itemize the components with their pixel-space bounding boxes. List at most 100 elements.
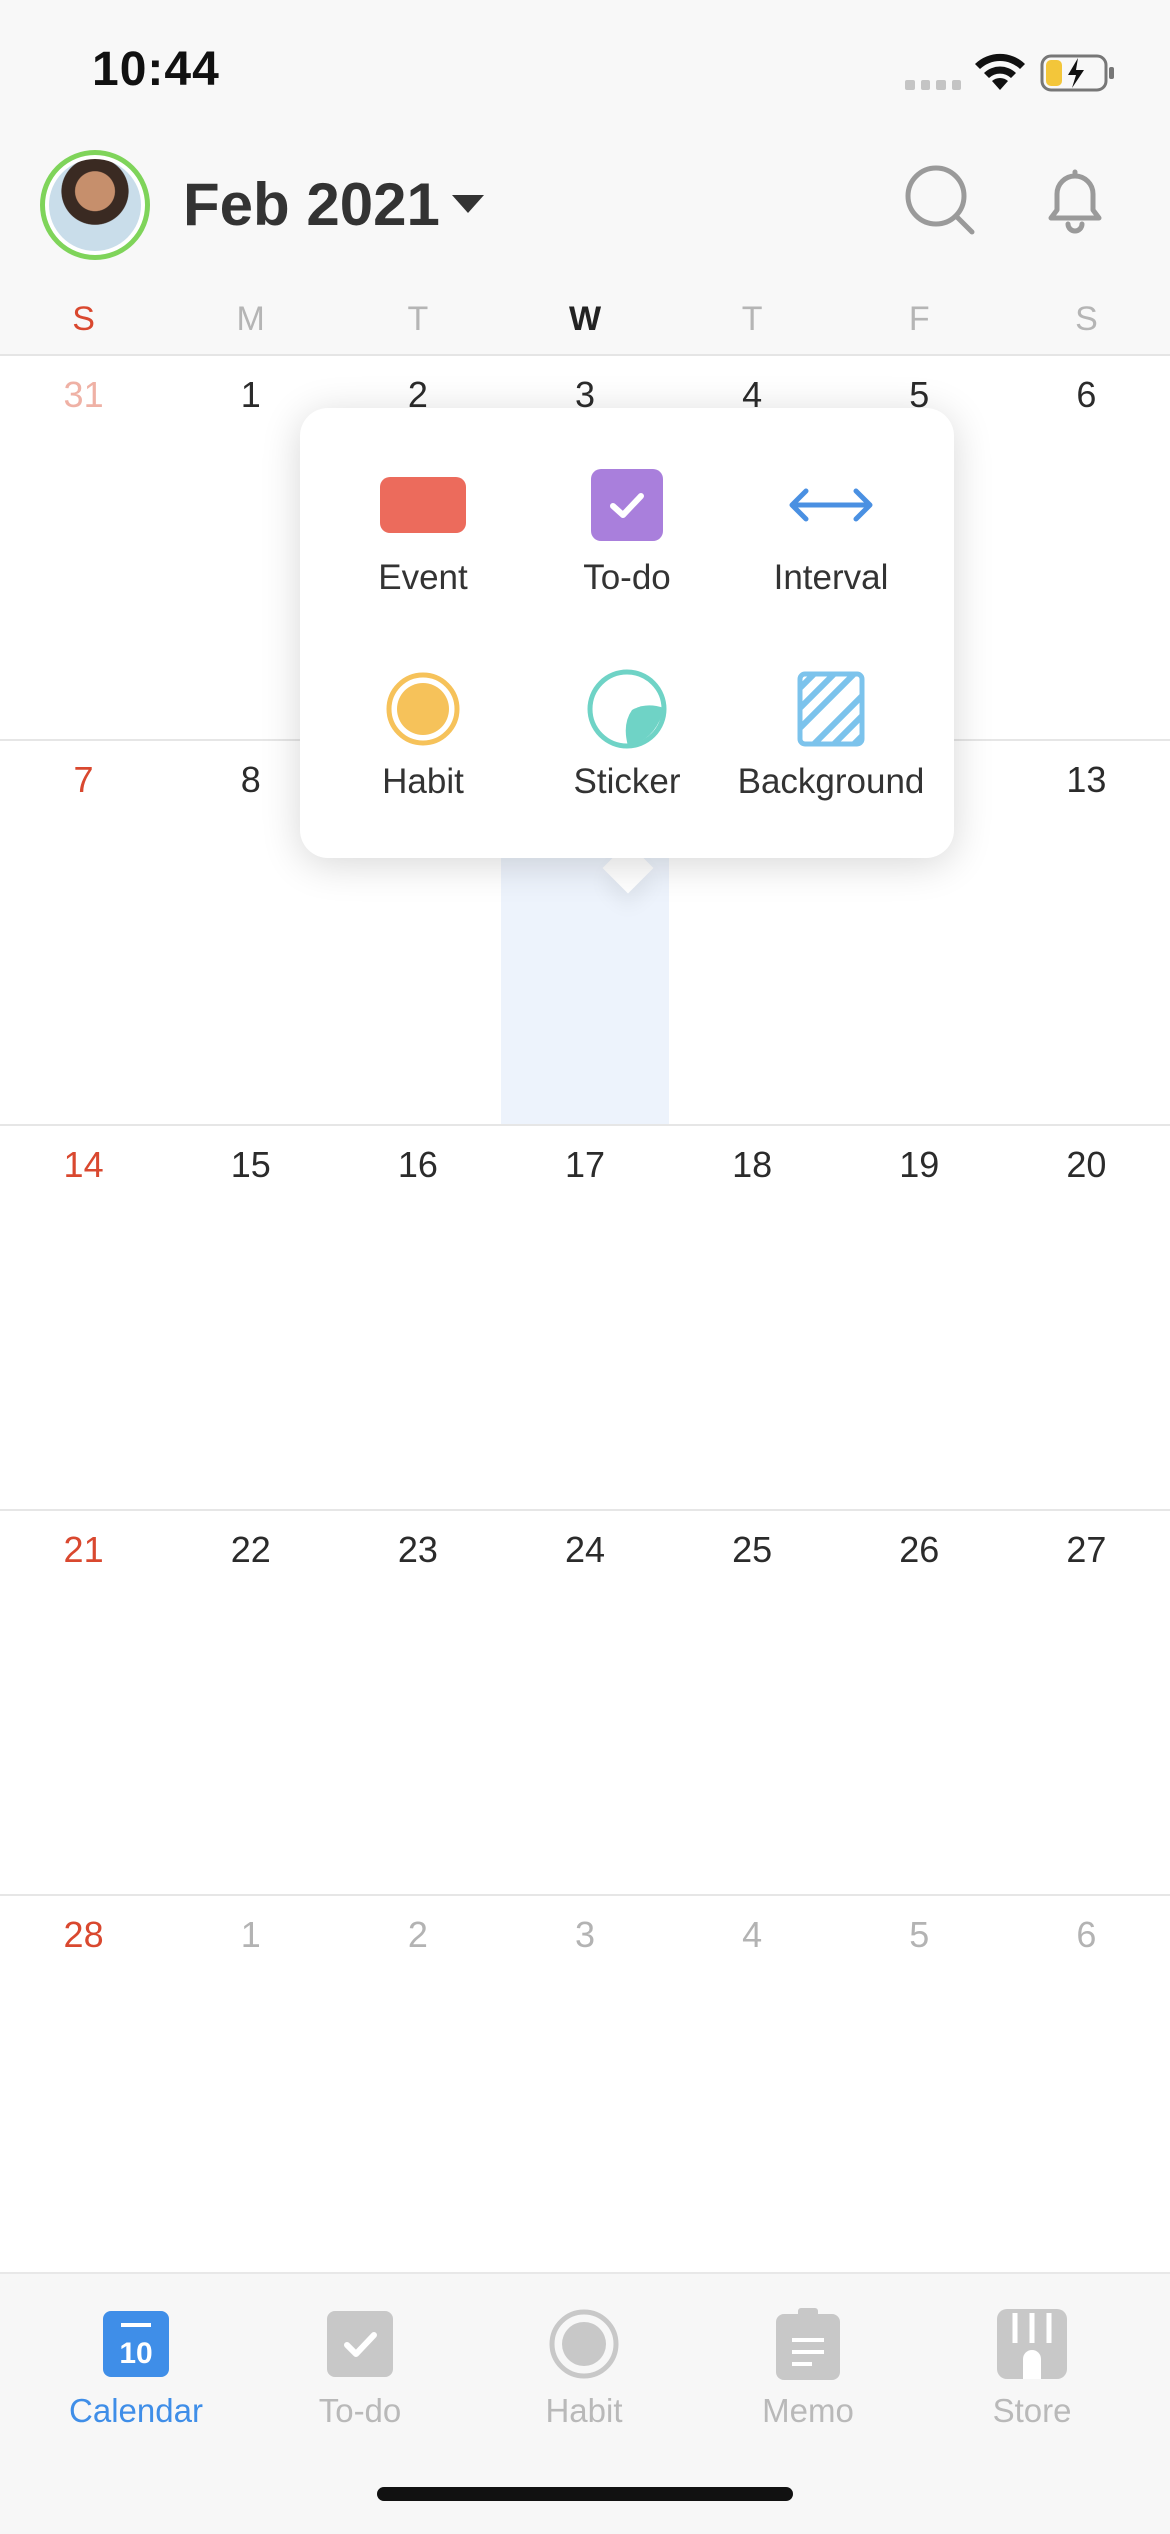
day-number: 4 bbox=[742, 1914, 763, 1955]
day-cell[interactable]: 19 bbox=[836, 1126, 1003, 1509]
day-cell[interactable]: 28 bbox=[0, 1896, 167, 2279]
day-cell[interactable]: 3 bbox=[501, 1896, 668, 2279]
habit-icon bbox=[549, 2309, 619, 2379]
day-number: 23 bbox=[397, 1529, 438, 1570]
day-cell[interactable]: 4 bbox=[669, 1896, 836, 2279]
bell-icon[interactable] bbox=[1035, 160, 1115, 240]
status-bar: 10:44 bbox=[0, 0, 1170, 140]
weekday-label: T bbox=[741, 300, 763, 338]
day-cell[interactable]: 14 bbox=[0, 1126, 167, 1509]
day-cell[interactable]: 22 bbox=[167, 1511, 334, 1894]
day-number: 15 bbox=[230, 1144, 271, 1185]
tab-store[interactable]: Store bbox=[920, 2304, 1144, 2430]
add-item-popup: Event To-do Interval Habit Sticker Backg… bbox=[300, 408, 954, 858]
day-number: 14 bbox=[63, 1144, 104, 1185]
day-number: 13 bbox=[1066, 759, 1107, 800]
sticker-option[interactable]: Sticker bbox=[522, 664, 732, 802]
day-cell[interactable]: 31 bbox=[0, 356, 167, 739]
day-cell[interactable]: 16 bbox=[334, 1126, 501, 1509]
status-time: 10:44 bbox=[92, 43, 220, 96]
day-number: 2 bbox=[407, 1914, 428, 1955]
todo-option[interactable]: To-do bbox=[522, 460, 732, 598]
todo-icon bbox=[327, 2311, 393, 2377]
event-option-label: Event bbox=[378, 558, 468, 597]
day-cell[interactable]: 18 bbox=[669, 1126, 836, 1509]
weekday-label: F bbox=[908, 300, 930, 338]
tab-calendar[interactable]: 10 Calendar bbox=[24, 2304, 248, 2430]
battery-charging-icon bbox=[1040, 54, 1114, 92]
week-row: 21 22 23 24 25 26 27 bbox=[0, 1511, 1170, 1896]
day-cell[interactable]: 25 bbox=[669, 1511, 836, 1894]
tab-store-label: Store bbox=[992, 2392, 1072, 2429]
tab-todo-label: To-do bbox=[318, 2392, 402, 2429]
day-cell[interactable]: 1 bbox=[167, 1896, 334, 2279]
todo-check-icon bbox=[591, 469, 663, 541]
tab-memo[interactable]: Memo bbox=[696, 2304, 920, 2430]
interval-arrows-icon bbox=[789, 488, 873, 522]
tab-memo-label: Memo bbox=[762, 2392, 854, 2429]
weekday-label: S bbox=[1075, 300, 1098, 338]
habit-circle-icon bbox=[386, 672, 460, 746]
day-cell[interactable]: 26 bbox=[836, 1511, 1003, 1894]
tab-habit-label: Habit bbox=[545, 2392, 623, 2429]
day-cell[interactable]: 23 bbox=[334, 1511, 501, 1894]
day-number: 1 bbox=[240, 1914, 261, 1955]
day-number: 17 bbox=[564, 1144, 606, 1185]
day-cell[interactable]: 7 bbox=[0, 741, 167, 1124]
habit-option[interactable]: Habit bbox=[318, 664, 528, 802]
day-cell[interactable]: 2 bbox=[334, 1896, 501, 2279]
week-row: 28 1 2 3 4 5 6 bbox=[0, 1896, 1170, 2281]
interval-option[interactable]: Interval bbox=[726, 460, 936, 598]
day-number: 26 bbox=[899, 1529, 940, 1570]
day-cell[interactable]: 21 bbox=[0, 1511, 167, 1894]
calendar-icon-day: 10 bbox=[119, 2337, 152, 2370]
day-number: 22 bbox=[230, 1529, 271, 1570]
day-cell[interactable]: 6 bbox=[1003, 356, 1170, 739]
weekday-label: T bbox=[407, 300, 429, 338]
memo-icon bbox=[776, 2308, 840, 2380]
day-cell[interactable]: 24 bbox=[501, 1511, 668, 1894]
todo-option-label: To-do bbox=[583, 558, 671, 597]
month-title[interactable]: Feb 2021 bbox=[183, 170, 440, 239]
day-number: 21 bbox=[63, 1529, 104, 1570]
day-cell[interactable]: 13 bbox=[1003, 741, 1170, 1124]
day-cell[interactable]: 6 bbox=[1003, 1896, 1170, 2279]
day-cell[interactable]: 5 bbox=[836, 1896, 1003, 2279]
weekday-label: M bbox=[236, 300, 265, 338]
store-icon bbox=[997, 2309, 1067, 2379]
tab-calendar-label: Calendar bbox=[69, 2392, 203, 2429]
app-header: Feb 2021 bbox=[0, 140, 1170, 290]
avatar[interactable] bbox=[40, 150, 150, 260]
day-cell[interactable]: 15 bbox=[167, 1126, 334, 1509]
background-pattern-icon bbox=[797, 671, 865, 747]
day-cell[interactable]: 27 bbox=[1003, 1511, 1170, 1894]
weekday-header: S M T W T F S bbox=[0, 290, 1170, 356]
day-number: 5 bbox=[909, 1914, 930, 1955]
day-number: 31 bbox=[63, 374, 104, 415]
day-number: 25 bbox=[732, 1529, 773, 1570]
chevron-down-icon[interactable] bbox=[452, 195, 484, 213]
home-indicator[interactable] bbox=[377, 2487, 793, 2501]
search-icon[interactable] bbox=[900, 160, 980, 240]
week-row: 14 15 16 17 18 19 20 bbox=[0, 1126, 1170, 1511]
day-number: 28 bbox=[63, 1914, 104, 1955]
day-number: 18 bbox=[732, 1144, 773, 1185]
day-cell[interactable]: 20 bbox=[1003, 1126, 1170, 1509]
day-number: 16 bbox=[397, 1144, 438, 1185]
calendar-icon: 10 bbox=[103, 2311, 169, 2377]
tab-habit[interactable]: Habit bbox=[472, 2304, 696, 2430]
weekday-label: S bbox=[72, 300, 95, 338]
day-cell[interactable]: 17 bbox=[501, 1126, 668, 1509]
sticker-icon bbox=[587, 669, 667, 749]
cellular-signal-icon bbox=[905, 80, 961, 90]
day-number: 7 bbox=[73, 759, 94, 800]
event-icon bbox=[380, 477, 466, 533]
sticker-option-label: Sticker bbox=[573, 762, 681, 801]
day-number: 3 bbox=[574, 1914, 595, 1955]
interval-option-label: Interval bbox=[773, 558, 889, 597]
event-option[interactable]: Event bbox=[318, 460, 528, 598]
tab-todo[interactable]: To-do bbox=[248, 2304, 472, 2430]
day-number: 19 bbox=[899, 1144, 940, 1185]
background-option[interactable]: Background bbox=[726, 664, 936, 802]
background-option-label: Background bbox=[737, 762, 925, 801]
